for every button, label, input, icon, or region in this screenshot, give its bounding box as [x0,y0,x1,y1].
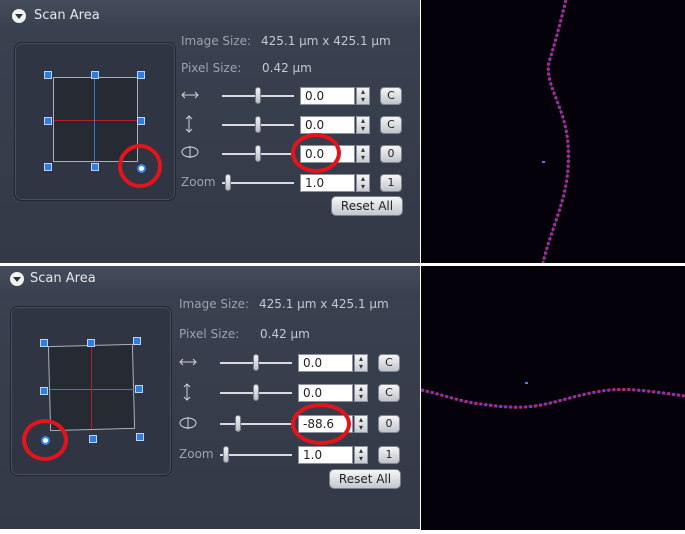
horizontal-arrows-icon [181,91,199,99]
resize-handle[interactable] [137,117,145,125]
resize-handle[interactable] [40,387,48,395]
reset-rotation-button[interactable]: 0 [378,415,400,433]
scan-area-panel-top: Scan Area Image Size: 425.1 µm x 425.1 µ… [0,0,420,263]
zoom-slider-thumb[interactable] [225,174,231,191]
image-size-value: 425.1 µm x 425.1 µm [259,297,389,311]
rotation-slider-thumb[interactable] [235,415,241,432]
resize-handle[interactable] [44,71,52,79]
zoom-slider[interactable] [220,454,292,456]
resize-handle[interactable] [133,337,141,345]
center-x-button[interactable]: C [380,87,402,105]
rotation-slider-thumb[interactable] [255,145,261,162]
vertical-arrows-icon [183,383,191,401]
crosshair-blue [50,389,134,390]
reset-all-button[interactable]: Reset All [331,196,403,216]
crosshair-red [54,120,137,121]
fluorescent-fiber-horizontal [420,382,685,409]
crosshair-blue [94,78,95,161]
horizontal-arrows-icon [179,358,197,366]
offset-x-field[interactable]: 0.0 [298,354,353,372]
spin-up-down-icon[interactable]: ▴ ▾ [356,87,370,105]
zoom-field[interactable]: 1.0 [300,174,355,192]
image-size-value: 425.1 µm x 425.1 µm [261,34,391,48]
rotation-icon [179,417,197,429]
scan-area-title: Scan Area [34,8,100,23]
spin-up-down-icon[interactable]: ▴ ▾ [354,415,368,433]
zoom-label: Zoom [179,447,214,461]
resize-handle[interactable] [44,163,52,171]
zoom-slider-thumb[interactable] [223,446,229,463]
scan-area-header[interactable]: Scan Area [0,0,420,32]
offset-x-slider-thumb[interactable] [255,87,261,104]
offset-y-slider-thumb[interactable] [253,384,259,401]
spin-up-down-icon[interactable]: ▴ ▾ [356,145,370,163]
resize-handle[interactable] [44,117,52,125]
offset-x-slider-thumb[interactable] [253,354,259,371]
reset-all-button[interactable]: Reset All [329,469,401,489]
divider-horizontal [0,263,685,266]
spin-up-down-icon[interactable]: ▴ ▾ [354,446,368,464]
offset-y-field[interactable]: 0.0 [298,384,353,402]
image-size-label: Image Size: [179,297,250,311]
zoom-one-button[interactable]: 1 [380,174,402,192]
resize-handle[interactable] [89,435,97,443]
scan-area-panel-bottom: Scan Area Image Size: 425.1 µm x 425.1 µ… [0,266,420,529]
spin-up-down-icon[interactable]: ▴ ▾ [354,384,368,402]
offset-y-field[interactable]: 0.0 [300,116,355,134]
annotation-circle [291,133,341,173]
offset-y-slider-thumb[interactable] [255,116,261,133]
zoom-label: Zoom [181,175,216,189]
center-y-button[interactable]: C [380,116,402,134]
microscope-image-top [421,0,685,264]
pixel-size-label: Pixel Size: [181,61,242,75]
pixel-size-label: Pixel Size: [179,327,240,341]
resize-handle[interactable] [40,339,48,347]
resize-handle[interactable] [136,433,144,441]
scan-area-title: Scan Area [30,271,96,286]
pixel-size-value: 0.42 µm [260,327,310,341]
offset-x-field[interactable]: 0.0 [300,87,355,105]
crosshair-red [91,345,92,429]
fluorescent-fiber-vertical [541,0,570,264]
resize-handle[interactable] [137,71,145,79]
annotation-circle [22,419,68,461]
image-size-label: Image Size: [181,34,252,48]
zoom-one-button[interactable]: 1 [378,446,400,464]
resize-handle[interactable] [91,71,99,79]
reset-rotation-button[interactable]: 0 [380,145,402,163]
vertical-arrows-icon [185,115,193,133]
resize-handle[interactable] [135,385,143,393]
resize-handle[interactable] [91,163,99,171]
spin-up-down-icon[interactable]: ▴ ▾ [354,354,368,372]
center-y-button[interactable]: C [378,384,400,402]
center-x-button[interactable]: C [378,354,400,372]
collapse-arrow-icon[interactable] [12,9,26,23]
microscope-image-bottom [420,266,685,530]
resize-handle[interactable] [87,339,95,347]
annotation-circle [118,144,162,188]
collapse-arrow-icon[interactable] [10,272,24,286]
zoom-slider[interactable] [222,182,294,184]
annotation-circle [291,403,351,445]
rotation-slider[interactable] [220,423,292,425]
zoom-field[interactable]: 1.0 [298,446,353,464]
rotation-icon [181,146,199,158]
pixel-size-value: 0.42 µm [262,61,312,75]
spin-up-down-icon[interactable]: ▴ ▾ [356,116,370,134]
scan-area-header[interactable]: Scan Area [0,266,420,298]
spin-up-down-icon[interactable]: ▴ ▾ [356,174,370,192]
